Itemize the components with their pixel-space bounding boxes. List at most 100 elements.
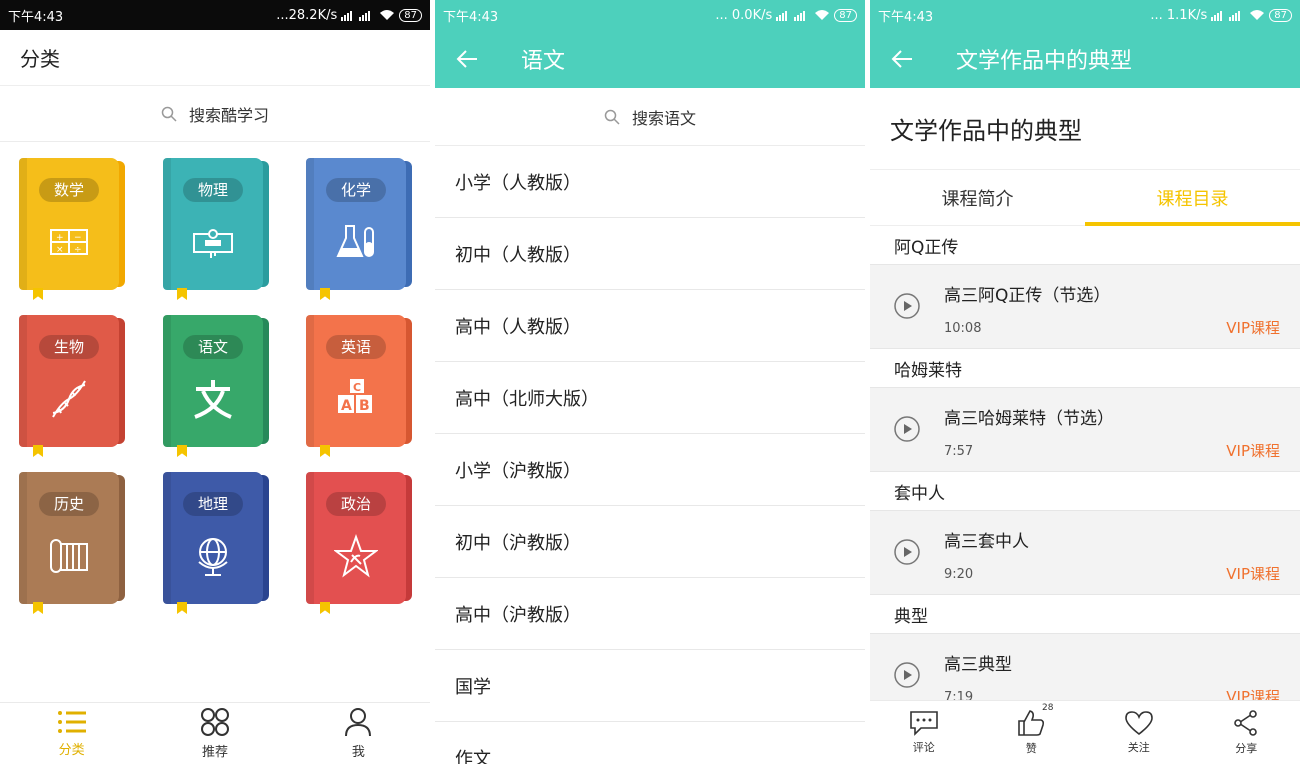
status-time: 下午4:43	[878, 9, 934, 25]
nav-item-category[interactable]: 分类	[0, 703, 143, 764]
back-button[interactable]	[870, 50, 934, 68]
subject-book-history[interactable]: 历史	[19, 472, 125, 614]
list-item[interactable]: 初中（人教版）	[435, 218, 865, 290]
nav-item-me[interactable]: 我	[287, 703, 430, 764]
list-item[interactable]: 作文	[435, 722, 865, 764]
vip-badge: VIP课程	[1226, 442, 1280, 460]
chapter-header: 套中人	[894, 483, 945, 504]
subject-label: 语文	[183, 335, 243, 359]
search-icon	[604, 109, 620, 125]
wifi-icon	[815, 10, 830, 20]
list-item[interactable]: 高中（北师大版）	[435, 362, 865, 434]
list-item[interactable]: 小学（沪教版）	[435, 434, 865, 506]
nav-item-recommend[interactable]: 推荐	[143, 703, 286, 764]
wen-character-icon	[194, 380, 232, 419]
follow-button[interactable]: 关注	[1085, 701, 1193, 764]
list-item[interactable]: 高中（沪教版）	[435, 578, 865, 650]
subject-book-biology[interactable]: 生物	[19, 315, 125, 457]
chapter-header: 典型	[894, 606, 928, 627]
subject-book-chemistry[interactable]: 化学	[306, 158, 412, 300]
svg-text:−: −	[74, 233, 82, 243]
svg-text:×: ×	[56, 245, 64, 255]
battery-indicator: 87	[834, 8, 857, 22]
lesson-row[interactable]: 高三阿Q正传（节选） 10:08 VIP课程	[870, 264, 1300, 349]
math-symbols-icon: + −× ÷	[50, 229, 88, 255]
lesson-title: 高三哈姆莱特（节选）	[944, 409, 1114, 429]
signal-icon	[776, 11, 806, 21]
grid-circles-icon	[200, 708, 229, 736]
network-speed: ... 1.1K/s	[1150, 7, 1208, 23]
wifi-icon	[1250, 10, 1265, 20]
page-title: 分类	[0, 30, 430, 86]
play-icon	[894, 293, 920, 319]
share-button[interactable]: 分享	[1193, 701, 1300, 764]
network-speed: ...28.2K/s	[276, 7, 338, 23]
lesson-title: 高三套中人	[944, 532, 1029, 552]
bottom-navigation: 分类 推荐 我	[0, 702, 430, 764]
svg-text:B: B	[359, 398, 370, 414]
subject-label: 物理	[183, 178, 243, 202]
subject-book-chinese[interactable]: 语文	[163, 315, 269, 457]
action-label: 关注	[1127, 741, 1150, 754]
star-icon	[334, 534, 378, 578]
course-heading: 文学作品中的典型	[870, 88, 1300, 170]
status-bar: 下午4:43 ... 0.0K/s 87	[435, 0, 865, 30]
search-placeholder: 搜索酷学习	[188, 105, 269, 125]
comment-icon	[909, 711, 938, 736]
screenshot-collage: 下午4:43 ...28.2K/s 87 分类 搜索酷学习 数学 +−× ÷	[0, 0, 1300, 764]
subject-book-geography[interactable]: 地理	[163, 472, 269, 614]
lesson-row[interactable]: 高三哈姆莱特（节选） 7:57 VIP课程	[870, 387, 1300, 472]
lesson-duration: 7:57	[944, 444, 974, 459]
page-title: 语文	[521, 49, 566, 74]
search-bar[interactable]: 搜索语文	[435, 88, 865, 146]
subject-label: 生物	[39, 335, 99, 359]
chapter-header: 哈姆莱特	[894, 360, 962, 381]
play-icon	[894, 662, 920, 688]
subject-label: 政治	[326, 492, 386, 516]
list-item[interactable]: 小学（人教版）	[435, 146, 865, 218]
like-button[interactable]: 28 赞	[978, 701, 1086, 764]
svg-text:A: A	[341, 398, 352, 414]
action-label: 分享	[1235, 742, 1258, 755]
tab-catalog[interactable]: 课程目录	[1085, 170, 1300, 226]
list-item[interactable]: 初中（沪教版）	[435, 506, 865, 578]
battery-indicator: 87	[1269, 8, 1292, 22]
subject-label: 化学	[326, 178, 386, 202]
subject-book-english[interactable]: 英语 CAB	[306, 315, 412, 457]
scroll-icon	[50, 539, 88, 573]
like-count: 28	[1042, 703, 1054, 713]
globe-icon	[198, 538, 228, 576]
back-button[interactable]	[435, 50, 499, 68]
search-bar[interactable]: 搜索酷学习	[0, 86, 430, 142]
subject-label: 英语	[326, 335, 386, 359]
list-item[interactable]: 高中（人教版）	[435, 290, 865, 362]
lesson-row[interactable]: 高三套中人 9:20 VIP课程	[870, 510, 1300, 595]
play-icon	[894, 416, 920, 442]
lesson-title: 高三阿Q正传（节选）	[944, 286, 1111, 306]
subject-book-physics[interactable]: 物理	[163, 158, 269, 300]
thumb-up-icon	[1018, 710, 1045, 736]
app-bar: 文学作品中的典型	[870, 30, 1300, 88]
subject-label: 地理	[183, 492, 243, 516]
subject-book-math[interactable]: 数学 + − × ÷	[19, 158, 125, 300]
signal-icon	[341, 11, 371, 21]
vip-badge: VIP课程	[1226, 565, 1280, 583]
vip-badge: VIP课程	[1226, 319, 1280, 337]
battery-indicator: 87	[399, 8, 422, 22]
arrow-left-icon	[891, 50, 912, 68]
status-bar: 下午4:43 ... 1.1K/s 87	[870, 0, 1300, 30]
subject-book-politics[interactable]: 政治	[306, 472, 412, 614]
flask-icon	[336, 225, 374, 257]
page-title: 文学作品中的典型	[956, 49, 1133, 74]
comment-button[interactable]: 评论	[870, 701, 978, 764]
app-bar: 语文	[435, 30, 865, 88]
lesson-duration: 10:08	[944, 321, 982, 336]
search-icon	[161, 106, 177, 122]
list-item[interactable]: 国学	[435, 650, 865, 722]
heart-icon	[1124, 711, 1153, 736]
subject-label: 数学	[39, 178, 99, 202]
tab-intro[interactable]: 课程简介	[870, 170, 1085, 225]
status-time: 下午4:43	[8, 9, 64, 25]
wifi-icon	[380, 10, 395, 20]
nav-label: 分类	[58, 743, 85, 758]
